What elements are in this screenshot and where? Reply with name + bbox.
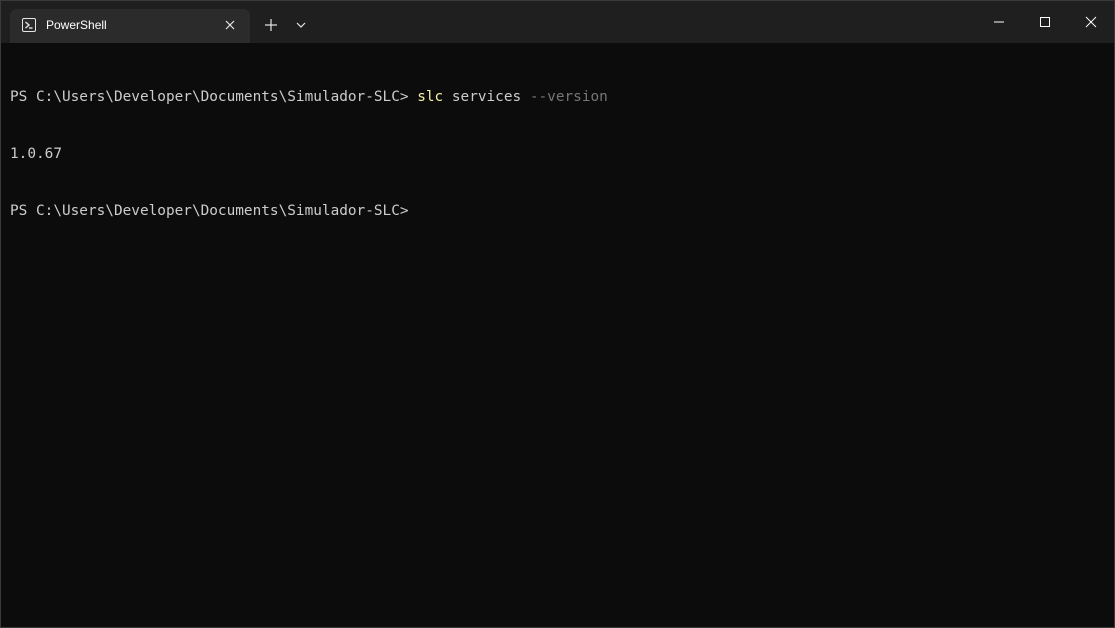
terminal-output[interactable]: PS C:\Users\Developer\Documents\Simulado…: [10, 50, 1104, 627]
prompt: PS C:\Users\Developer\Documents\Simulado…: [10, 89, 418, 105]
plus-icon[interactable]: [261, 15, 281, 35]
command-argument: services: [443, 89, 530, 105]
maximize-icon[interactable]: [1032, 9, 1058, 35]
terminal-window: PowerShell PS C:\Users\Developer\Documen…: [0, 0, 1115, 628]
terminal-line-output: 1.0.67: [10, 145, 1104, 164]
terminal-line-command: PS C:\Users\Developer\Documents\Simulado…: [10, 88, 1104, 107]
chevron-down-icon[interactable]: [293, 17, 309, 33]
minimize-icon[interactable]: [986, 9, 1012, 35]
command-parameter: --version: [529, 89, 608, 105]
close-icon[interactable]: [1078, 9, 1104, 35]
prompt: PS C:\Users\Developer\Documents\Simulado…: [10, 203, 409, 219]
close-icon[interactable]: [221, 16, 239, 34]
tab-title: PowerShell: [46, 18, 107, 32]
terminal-line-prompt: PS C:\Users\Developer\Documents\Simulado…: [10, 202, 1104, 221]
command-name: slc: [417, 89, 444, 105]
tab-powershell[interactable]: PowerShell: [10, 9, 250, 43]
command-output: 1.0.67: [10, 146, 62, 162]
powershell-icon: [22, 18, 36, 32]
title-bar[interactable]: PowerShell: [1, 1, 1114, 43]
